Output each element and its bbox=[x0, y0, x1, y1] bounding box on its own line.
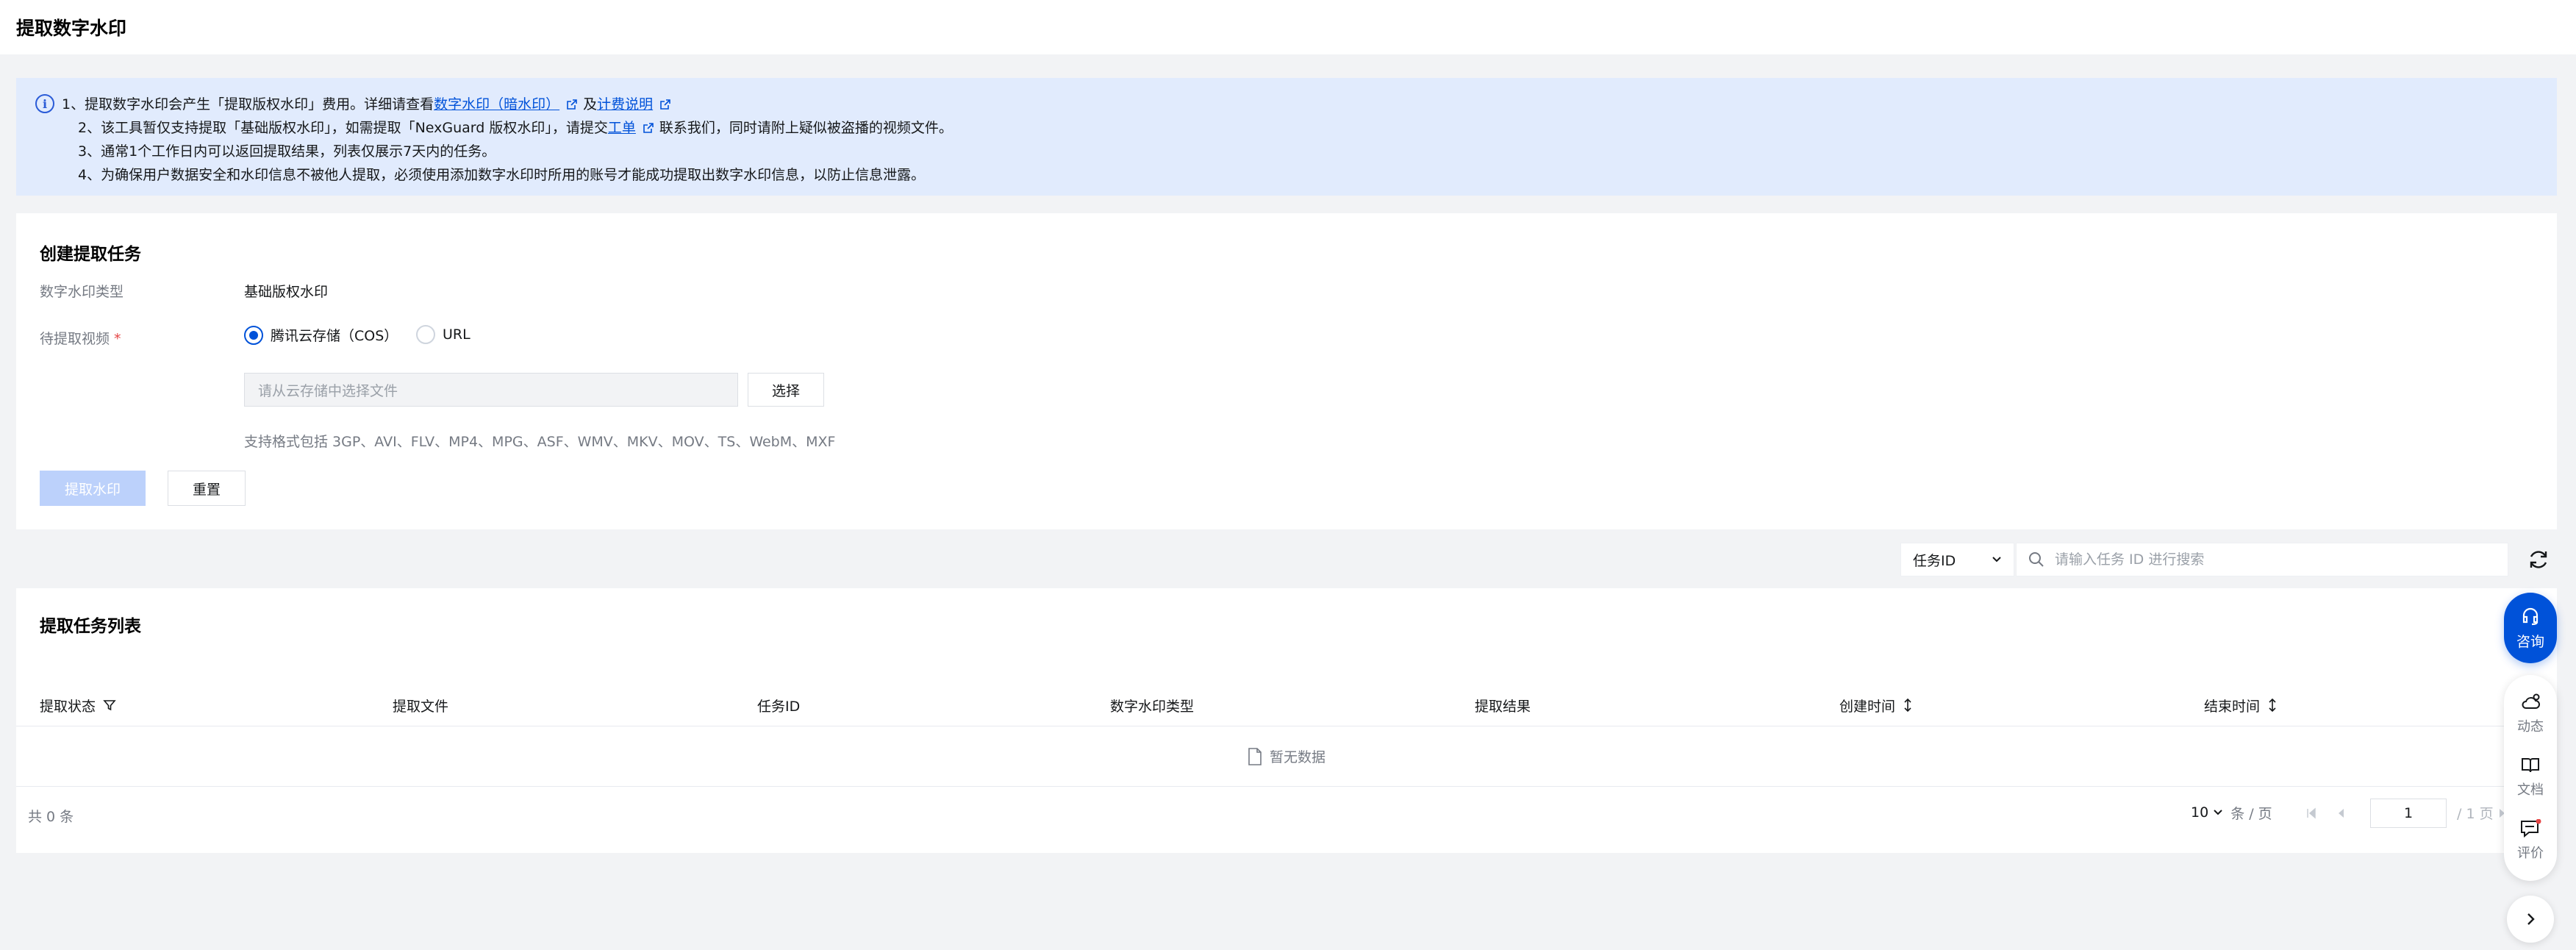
col-extract-file: 提取文件 bbox=[393, 698, 449, 715]
total-count: 共 0 条 bbox=[28, 809, 74, 825]
reset-button[interactable]: 重置 bbox=[168, 471, 246, 506]
file-icon bbox=[1248, 747, 1262, 765]
task-list-card: 提取任务列表 提取状态 提取文件 任务ID 数字水印类型 提取结果 创建时间 结… bbox=[16, 588, 2557, 853]
search-type-select[interactable]: 任务ID bbox=[1900, 543, 2014, 576]
choose-file-button[interactable]: 选择 bbox=[748, 373, 824, 407]
page-number-input[interactable]: 1 bbox=[2370, 799, 2447, 828]
watermark-type-value: 基础版权水印 bbox=[244, 284, 329, 300]
search-input[interactable] bbox=[2055, 551, 2496, 568]
filter-icon[interactable] bbox=[103, 699, 116, 712]
col-watermark-type: 数字水印类型 bbox=[1110, 698, 1195, 715]
notice-line-2: 2、该工具暂仅支持提取「基础版权水印」，如需提取「NexGuard 版权水印」，… bbox=[78, 120, 953, 136]
search-icon bbox=[2029, 552, 2044, 567]
chevron-down-icon bbox=[2214, 810, 2222, 815]
external-link-icon[interactable] bbox=[643, 123, 654, 133]
col-created-time[interactable]: 创建时间 bbox=[1839, 684, 1913, 726]
task-list-title: 提取任务列表 bbox=[40, 617, 141, 636]
cloud-icon bbox=[2522, 693, 2540, 709]
watermark-doc-link[interactable]: 数字水印（暗水印） bbox=[434, 96, 559, 113]
notice-line-3: 3、通常1个工作日内可以返回提取结果，列表仅展示7天内的任务。 bbox=[78, 143, 496, 160]
notice-banner: i 1、提取数字水印会产生「提取版权水印」费用。详细请查看数字水印（暗水印） 及计… bbox=[16, 78, 2557, 196]
col-extract-status: 提取状态 bbox=[40, 684, 116, 726]
first-page-icon[interactable] bbox=[2304, 806, 2319, 821]
extract-watermark-button[interactable]: 提取水印 bbox=[40, 471, 146, 506]
billing-doc-link[interactable]: 计费说明 bbox=[597, 96, 653, 113]
empty-state: 暂无数据 bbox=[16, 726, 2557, 787]
page-header: 提取数字水印 bbox=[0, 0, 2576, 54]
external-link-icon[interactable] bbox=[567, 99, 577, 110]
sort-icon[interactable] bbox=[2267, 698, 2278, 712]
radio-cos[interactable]: 腾讯云存储（COS） bbox=[244, 325, 398, 345]
col-end-time[interactable]: 结束时间 bbox=[2204, 684, 2278, 726]
notice-line-4: 4、为确保用户数据安全和水印信息不被他人提取，必须使用添加数字水印时所用的账号才… bbox=[78, 167, 926, 183]
chevron-down-icon bbox=[1992, 557, 2001, 562]
headset-icon bbox=[2522, 607, 2539, 625]
radio-checked-icon[interactable] bbox=[244, 325, 263, 345]
search-box[interactable] bbox=[2016, 543, 2508, 576]
chevron-right-icon bbox=[2527, 913, 2535, 925]
comment-icon bbox=[2521, 819, 2541, 838]
radio-unchecked-icon[interactable] bbox=[416, 325, 435, 344]
radio-url[interactable]: URL bbox=[416, 325, 471, 344]
page-size-select[interactable]: 10 条 / 页 bbox=[2191, 797, 2272, 828]
float-toolbar: 动态 文档 评价 bbox=[2504, 675, 2557, 881]
table-header: 提取状态 提取文件 任务ID 数字水印类型 提取结果 创建时间 结束时间 bbox=[16, 684, 2557, 726]
prev-page-icon[interactable] bbox=[2333, 806, 2348, 821]
total-pages: / 1 页 bbox=[2457, 805, 2494, 822]
format-hint: 支持格式包括 3GP、AVI、FLV、MP4、MPG、ASF、WMV、MKV、M… bbox=[244, 434, 836, 450]
consult-button[interactable]: 咨询 bbox=[2504, 593, 2557, 663]
sort-icon[interactable] bbox=[1903, 698, 1913, 712]
required-mark: * bbox=[114, 331, 121, 347]
create-task-card: 创建提取任务 数字水印类型 基础版权水印 待提取视频 * 腾讯云存储（COS） U… bbox=[16, 213, 2557, 529]
col-task-id: 任务ID bbox=[757, 698, 801, 715]
external-link-icon[interactable] bbox=[660, 99, 670, 110]
video-source-label: 待提取视频 * bbox=[40, 331, 121, 347]
info-icon: i bbox=[35, 94, 54, 113]
collapse-toolbar-button[interactable] bbox=[2507, 896, 2554, 943]
review-button[interactable]: 评价 bbox=[2504, 819, 2557, 862]
page-title: 提取数字水印 bbox=[16, 18, 127, 39]
docs-button[interactable]: 文档 bbox=[2504, 756, 2557, 799]
create-task-title: 创建提取任务 bbox=[40, 245, 141, 264]
file-select-input[interactable]: 请从云存储中选择文件 bbox=[244, 373, 738, 407]
watermark-type-label: 数字水印类型 bbox=[40, 284, 124, 300]
refresh-icon[interactable] bbox=[2526, 547, 2551, 572]
ticket-link[interactable]: 工单 bbox=[608, 120, 636, 136]
notice-line-1: 1、提取数字水印会产生「提取版权水印」费用。详细请查看数字水印（暗水印） 及计费说… bbox=[62, 93, 953, 116]
book-icon bbox=[2522, 758, 2539, 773]
col-extract-result: 提取结果 bbox=[1475, 698, 1531, 715]
news-button[interactable]: 动态 bbox=[2504, 693, 2557, 735]
